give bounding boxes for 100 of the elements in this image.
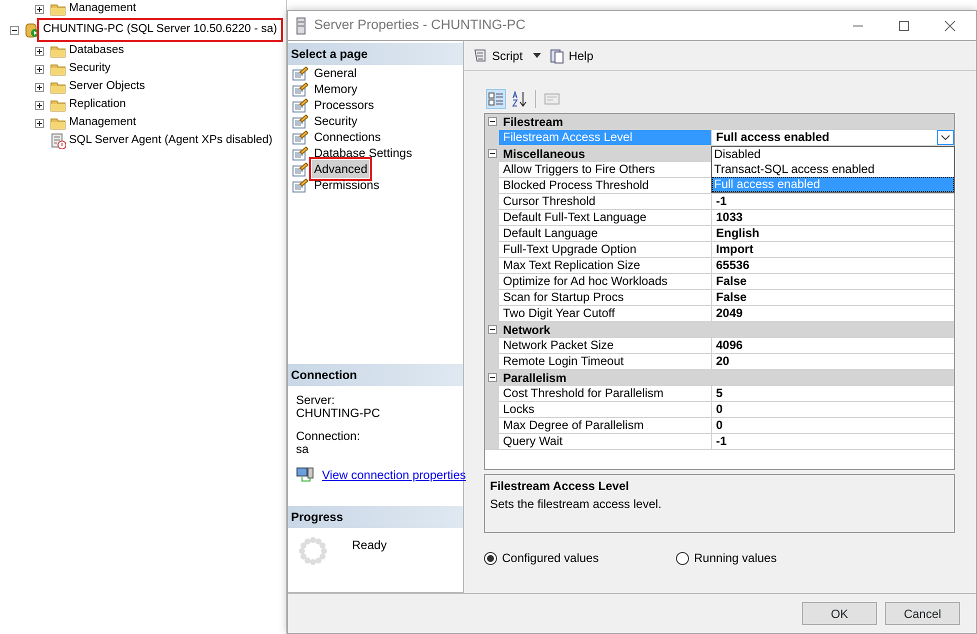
cancel-button[interactable]: Cancel [885,602,960,625]
section-header: Connection [288,364,463,386]
expand-icon[interactable] [35,82,44,92]
radio-label: Running values [694,550,777,567]
tree-item[interactable]: Databases [66,42,127,60]
section-header: Select a page [288,43,463,65]
property-name[interactable]: Optimize for Ad hoc Workloads [499,274,712,290]
property-name[interactable]: Blocked Process Threshold [499,178,712,194]
help-icon [548,48,565,64]
category-header: Network [502,322,550,338]
property-value: Full access enabled [716,130,830,145]
property-name[interactable]: Allow Triggers to Fire Others [499,162,712,178]
radio-button[interactable] [484,552,497,564]
server-icon [296,16,306,34]
property-name[interactable]: Network Packet Size [499,338,712,354]
collapse-icon[interactable] [10,26,19,34]
server-icon [24,22,40,38]
radio-label: Configured values [502,550,599,567]
property-name[interactable]: Cursor Threshold [499,194,712,210]
property-value: 4096 [716,338,743,353]
category-header: Miscellaneous [502,146,586,162]
property-name[interactable]: Max Degree of Parallelism [499,418,712,434]
property-name[interactable]: Locks [499,402,712,418]
category-header: Filestream [502,114,564,130]
field-value: sa [296,443,310,456]
ok-button[interactable]: OK [802,602,877,625]
tree-item[interactable]: Security [66,60,114,78]
spinner-icon [298,536,328,566]
property-name[interactable]: Scan for Startup Procs [499,290,712,306]
maximize-icon[interactable] [898,20,910,32]
property-name[interactable]: Full-Text Upgrade Option [499,242,712,258]
agent-icon [50,133,66,149]
tree-item[interactable]: Replication [66,96,129,114]
window-title: Server Properties - CHUNTING-PC [314,16,527,34]
tree-item[interactable]: SQL Server Agent (Agent XPs disabled) [66,132,276,150]
property-name[interactable]: Query Wait [499,434,712,450]
property-name[interactable]: Max Text Replication Size [499,258,712,274]
property-value: -1 [716,434,727,449]
field-label: Server: [296,394,336,407]
page-item[interactable]: General [312,64,359,82]
collapse-icon[interactable] [488,373,496,382]
expand-icon[interactable] [35,118,44,128]
connection-link[interactable]: View connection properties [322,466,466,484]
tree-item[interactable]: Management [66,114,140,132]
property-value: 0 [716,418,723,433]
page-item[interactable]: Security [312,112,360,130]
page-icon[interactable] [292,98,308,112]
page-item[interactable]: Processors [312,96,376,114]
collapse-icon[interactable] [488,149,496,158]
expand-icon[interactable] [35,46,44,56]
page-item[interactable]: Database Settings [312,144,414,162]
page-icon[interactable] [292,130,308,144]
property-value: 65536 [716,258,750,273]
property-name[interactable]: Cost Threshold for Parallelism [499,386,712,402]
close-icon[interactable] [944,20,956,32]
expand-icon[interactable] [35,4,44,14]
dropdown-option[interactable]: Transact-SQL access enabled [712,162,954,177]
page-item[interactable]: Connections [312,128,383,146]
property-value: 20 [716,354,730,369]
radio-button[interactable] [676,552,689,564]
page-item[interactable]: Memory [312,80,360,98]
property-value: False [716,274,747,289]
expand-icon[interactable] [35,100,44,110]
property-value: 2049 [716,306,743,321]
collapse-icon[interactable] [488,117,496,126]
categorized-icon[interactable] [488,91,504,107]
dropdown-option[interactable]: Disabled [712,147,954,162]
page-item[interactable]: Permissions [312,176,382,194]
property-value: English [716,226,760,241]
property-name[interactable]: Default Language [499,226,712,242]
tree-item[interactable]: Management [66,0,140,18]
tree-item[interactable]: CHUNTING-PC (SQL Server 10.50.6220 - sa) [40,21,280,39]
page-icon[interactable] [292,114,308,128]
property-name[interactable]: Default Full-Text Language [499,210,712,226]
script-button[interactable]: Script [492,46,523,64]
description-title: Filestream Access Level [490,478,630,495]
property-value: Import [716,242,754,257]
collapse-icon[interactable] [488,325,496,334]
status-text: Ready [352,537,387,554]
field-value: CHUNTING-PC [296,407,381,420]
page-item[interactable]: Advanced [312,160,370,178]
category-header: Parallelism [502,370,566,386]
page-icon[interactable] [292,66,308,80]
page-icon[interactable] [292,162,308,176]
property-value: 1033 [716,210,743,225]
caret-icon[interactable] [532,53,541,58]
expand-icon[interactable] [35,64,44,74]
field-label: Connection: [296,430,362,443]
computers-icon [296,467,314,483]
property-value: -1 [716,194,727,209]
help-button[interactable]: Help [568,46,594,64]
page-icon[interactable] [292,146,308,160]
property-value: 0 [716,402,723,417]
row-gutter [485,434,499,450]
tree-item[interactable]: Server Objects [66,78,148,96]
page-icon[interactable] [292,82,308,96]
script-icon [472,48,488,64]
sort-alpha-icon[interactable] [511,91,527,107]
dropdown-button[interactable] [937,130,954,145]
page-icon[interactable] [292,178,308,192]
